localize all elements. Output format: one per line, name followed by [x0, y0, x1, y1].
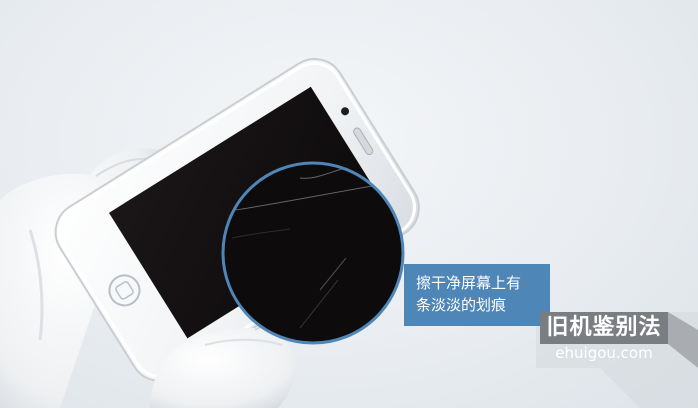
brand-url: ehuigou.com [555, 344, 653, 362]
callout-line-1: 擦干净屏幕上有 [416, 274, 522, 292]
callout-line-2: 条淡淡的划痕 [416, 296, 507, 314]
brand-title: 旧机鉴别法 [540, 312, 668, 344]
photo-stage: 擦干净屏幕上有 条淡淡的划痕 旧机鉴别法 ehuigou.com [0, 0, 698, 408]
magnifier-lens [221, 161, 405, 345]
scratch-callout: 擦干净屏幕上有 条淡淡的划痕 [404, 264, 550, 326]
